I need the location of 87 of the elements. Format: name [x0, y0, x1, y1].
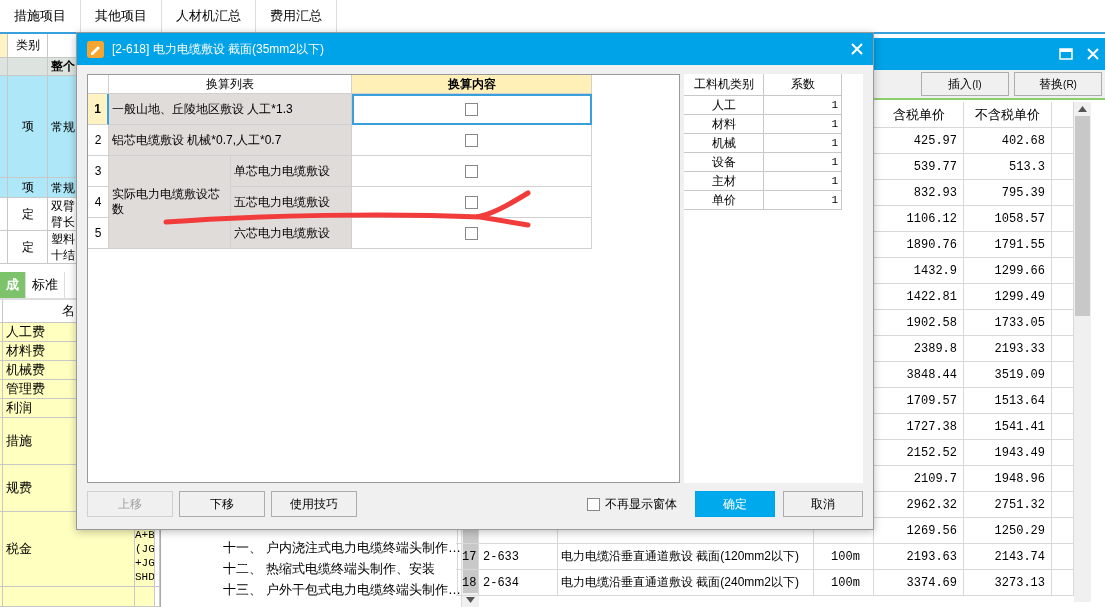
tree-item-number: 十一、: [223, 538, 263, 557]
table-cell: 定: [8, 198, 48, 231]
table-cell: 402.68: [964, 128, 1052, 154]
table-cell: 铝芯电缆敷设 机械*0.7,人工*0.7: [109, 125, 352, 156]
table-cell: 1299.66: [964, 258, 1052, 284]
table-cell: 一般山地、丘陵地区敷设 人工*1.3: [109, 94, 352, 125]
table-cell: 100m: [814, 544, 874, 570]
checkbox[interactable]: [587, 497, 600, 511]
table-cell: [135, 587, 155, 607]
checkbox[interactable]: [465, 164, 478, 178]
table-cell: 1: [764, 153, 842, 172]
app-logo-icon: [87, 40, 104, 58]
table-cell: 100m: [814, 570, 874, 596]
column-header: 换算内容: [352, 75, 592, 94]
checkbox[interactable]: [465, 102, 478, 116]
table-cell: 六芯电力电缆敷设: [231, 218, 352, 249]
table-cell: 1299.49: [964, 284, 1052, 310]
tree-item-number: 十二、: [223, 559, 263, 578]
table-cell: [8, 58, 48, 76]
table-cell: 实际电力电缆敷设芯数: [109, 156, 231, 249]
table-cell: 1250.29: [964, 518, 1052, 544]
table-cell[interactable]: [352, 125, 592, 156]
toolbar-button[interactable]: 替换(R): [1014, 72, 1102, 96]
scrollbar[interactable]: [1074, 102, 1091, 602]
table-cell: 主材: [684, 172, 764, 191]
table-cell: 3374.69: [874, 570, 964, 596]
table-cell: 1: [764, 172, 842, 191]
table-cell: 1: [764, 96, 842, 115]
table-cell: 3519.09: [964, 362, 1052, 388]
table-cell: 795.39: [964, 180, 1052, 206]
table-cell: 3273.13: [964, 570, 1052, 596]
table-cell: 2-633: [479, 544, 558, 570]
close-icon[interactable]: [851, 43, 863, 55]
table-cell: 1: [764, 115, 842, 134]
table-cell: 513.3: [964, 154, 1052, 180]
checkbox[interactable]: [465, 226, 478, 240]
table-cell: 人工: [684, 96, 764, 115]
table-cell[interactable]: [352, 94, 592, 125]
column-header: 不含税单价: [964, 102, 1052, 128]
table-cell: 1058.57: [964, 206, 1052, 232]
table-cell: 电力电缆沿垂直通道敷设 截面(120mm2以下): [558, 544, 814, 570]
table-cell: 定: [8, 231, 48, 264]
table-cell: 2751.32: [964, 492, 1052, 518]
checkbox[interactable]: [465, 133, 478, 147]
table-cell: 1: [764, 134, 842, 153]
scroll-up-icon: [1078, 106, 1087, 112]
dialog-button[interactable]: 使用技巧: [271, 491, 357, 517]
table-cell: 1513.64: [964, 388, 1052, 414]
table-cell: 1: [764, 191, 842, 210]
table-cell: 1943.49: [964, 440, 1052, 466]
table-cell: 2143.74: [964, 544, 1052, 570]
column-header: 系数: [764, 74, 842, 96]
table-cell[interactable]: [352, 156, 592, 187]
row-number: 4: [88, 187, 109, 218]
checkbox-label: 不再显示窗体: [605, 495, 677, 513]
table-cell: 机械: [684, 134, 764, 153]
cancel-button[interactable]: 取消: [783, 491, 863, 517]
checkbox[interactable]: [465, 195, 478, 209]
tree-item[interactable]: 户外干包式电力电缆终端头制作…: [266, 580, 461, 599]
dialog-button[interactable]: 下移: [179, 491, 265, 517]
tree-item-number: 十三、: [223, 580, 263, 599]
table-cell: 项: [8, 178, 48, 198]
scroll-down-icon: [466, 597, 475, 603]
table-cell: 电力电缆沿垂直通道敷设 截面(240mm2以下): [558, 570, 814, 596]
maximize-icon[interactable]: [1059, 48, 1073, 60]
close-icon[interactable]: [1087, 48, 1099, 60]
table-cell: 2-634: [479, 570, 558, 596]
table-cell: 2193.33: [964, 336, 1052, 362]
table-cell: 1791.55: [964, 232, 1052, 258]
table-cell: 单芯电力电缆敷设: [231, 156, 352, 187]
table-cell: 材料: [684, 115, 764, 134]
toolbar-button[interactable]: 插入(I): [921, 72, 1009, 96]
table-cell: 1948.96: [964, 466, 1052, 492]
table-cell: 设备: [684, 153, 764, 172]
dialog-title: [2-618] 电力电缆敷设 截面(35mm2以下): [112, 40, 326, 58]
column-header: 工料机类别: [684, 74, 764, 96]
table-cell: 2193.63: [874, 544, 964, 570]
table-cell: 1269.56: [874, 518, 964, 544]
row-number: 5: [88, 218, 109, 249]
table-cell: 1733.05: [964, 310, 1052, 336]
table-cell[interactable]: [352, 218, 592, 249]
table-cell: 项: [8, 76, 48, 178]
tree-item[interactable]: 户内浇注式电力电缆终端头制作…: [266, 538, 461, 557]
row-number: 1: [88, 94, 109, 125]
table-cell: 1541.41: [964, 414, 1052, 440]
tree-item[interactable]: 热缩式电缆终端头制作、安装: [266, 559, 435, 578]
table-cell: 单价: [684, 191, 764, 210]
